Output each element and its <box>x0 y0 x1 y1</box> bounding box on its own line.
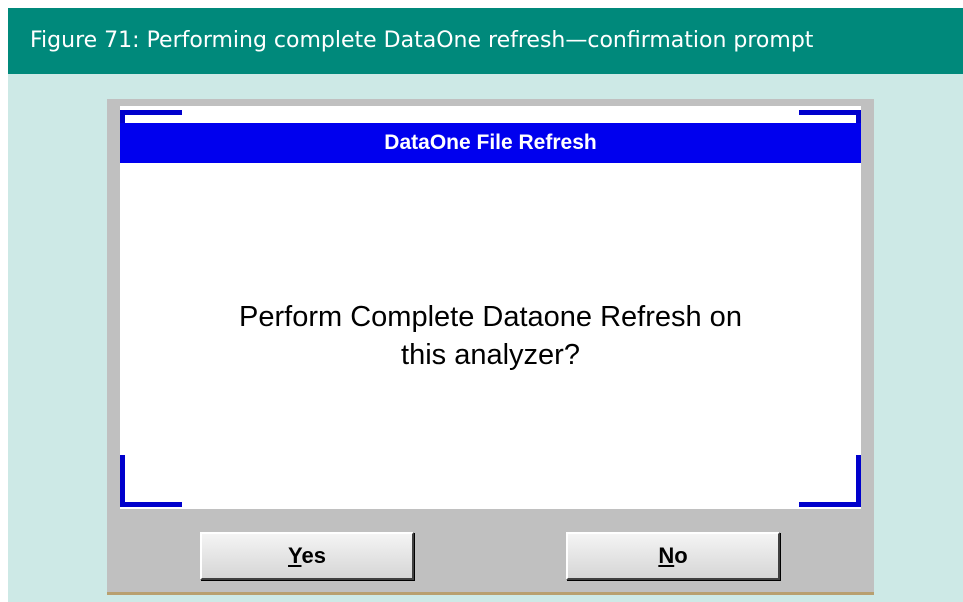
message-line-2: this analyzer? <box>401 339 580 371</box>
message-line-1: Perform Complete Dataone Refresh on <box>239 301 742 333</box>
yes-button[interactable]: Yes <box>200 532 414 580</box>
dialog-message: Perform Complete Dataone Refresh on this… <box>120 298 861 374</box>
no-mnemonic: N <box>658 543 675 568</box>
dialog-panel: DataOne File Refresh Perform Complete Da… <box>120 106 861 509</box>
dialog-title: DataOne File Refresh <box>120 123 861 163</box>
figure-caption: Figure 71: Performing complete DataOne r… <box>8 8 963 74</box>
yes-label-rest: es <box>301 543 326 568</box>
confirmation-dialog: DataOne File Refresh Perform Complete Da… <box>107 99 874 595</box>
dialog-bottom-line <box>107 592 874 595</box>
yes-mnemonic: Y <box>288 543 302 568</box>
corner-bracket-bottom-right <box>799 455 861 507</box>
corner-bracket-bottom-left <box>120 455 182 507</box>
no-label-rest: o <box>674 543 688 568</box>
no-button[interactable]: No <box>566 532 780 580</box>
